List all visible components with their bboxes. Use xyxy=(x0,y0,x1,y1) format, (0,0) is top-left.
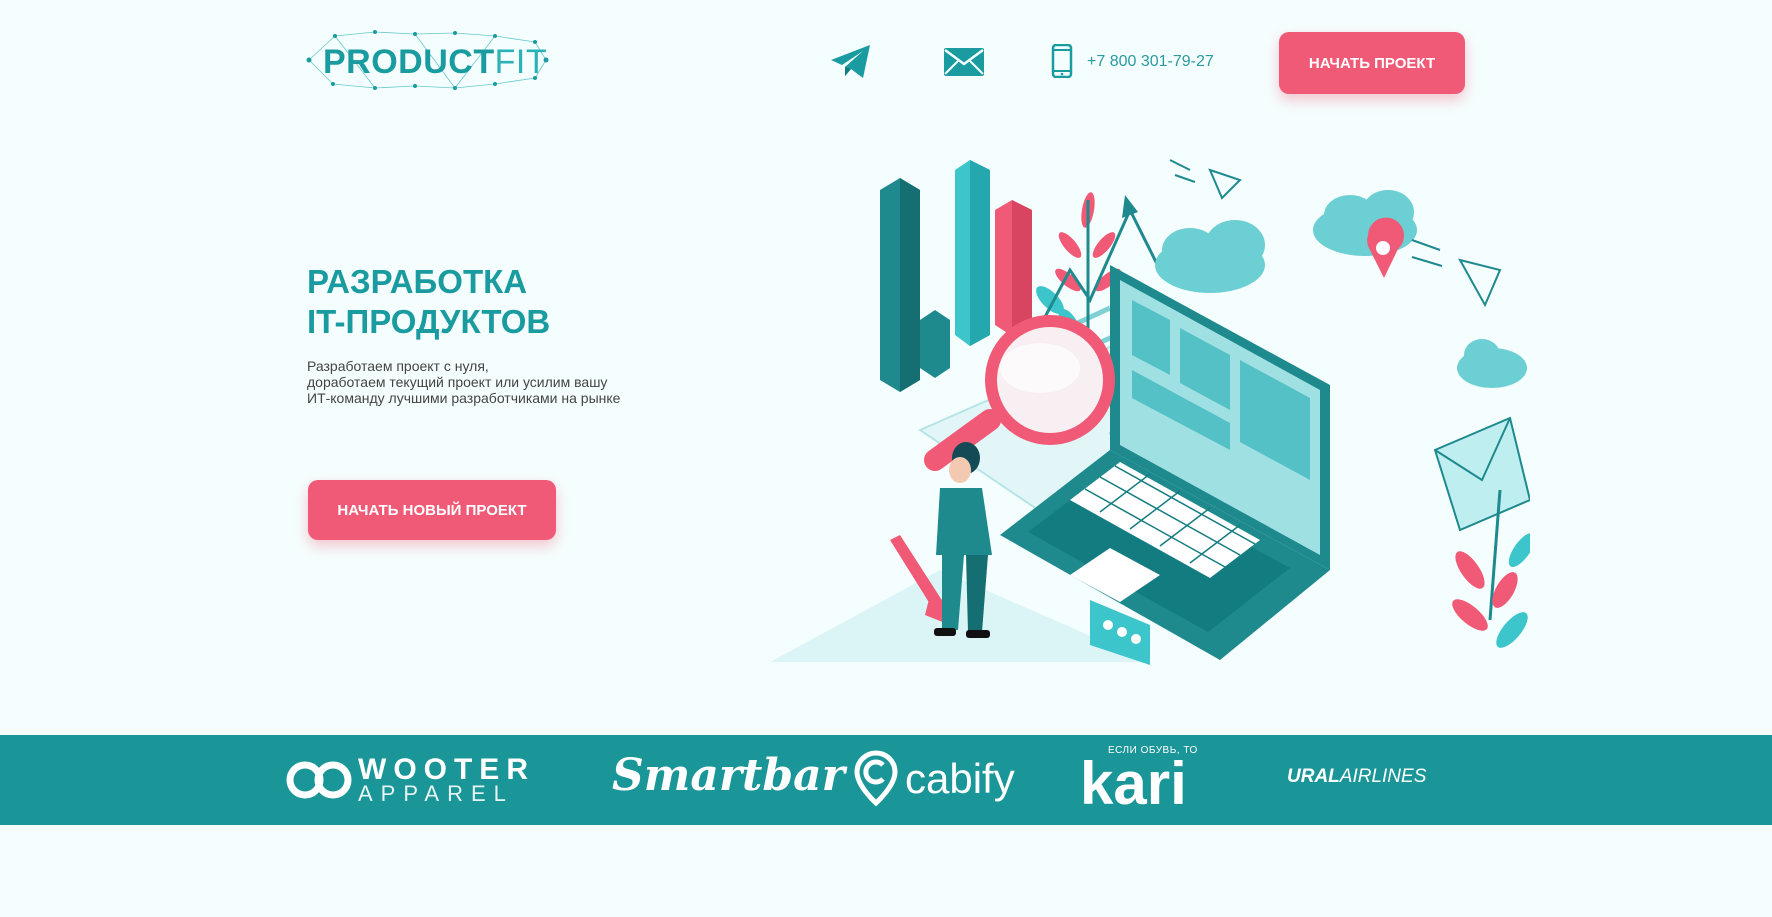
productfit-logo[interactable]: PRODUCTFIT xyxy=(305,28,550,92)
cabify-pin-icon xyxy=(854,750,898,807)
kari-text: kari xyxy=(1080,750,1187,817)
hero-subtitle-line2: доработаем текущий проект или усилим ваш… xyxy=(307,374,608,390)
hero-subtitle-line3: ИТ-команду лучшими разработчиками на рын… xyxy=(307,390,621,406)
hero-title-line2: IT-ПРОДУКТОВ xyxy=(307,303,551,340)
cabify-text: cabify xyxy=(905,755,1015,802)
wooter-infinity-icon xyxy=(286,761,352,799)
hero-title: РАЗРАБОТКА IT-ПРОДУКТОВ xyxy=(307,262,550,342)
logo-text-light: FIT xyxy=(494,43,548,81)
hero-illustration xyxy=(770,159,1530,665)
ural-text-bold: URAL xyxy=(1287,766,1340,787)
start-new-project-button[interactable]: НАЧАТЬ НОВЫЙ ПРОЕКТ xyxy=(308,480,556,540)
ural-airlines-logo: URALAIRLINES xyxy=(1287,766,1426,788)
phone-icon xyxy=(1051,43,1073,79)
mail-icon[interactable] xyxy=(943,47,985,77)
landing-page: PRODUCTFIT +7 800 301-79-27 НАЧАТЬ ПРОЕК… xyxy=(0,0,1772,917)
start-project-button[interactable]: НАЧАТЬ ПРОЕКТ xyxy=(1279,32,1465,94)
hero-subtitle-line1: Разработаем проект с нуля, xyxy=(307,358,489,374)
smartbar-logo: Smartbar xyxy=(612,750,845,801)
cabify-logo: cabify xyxy=(853,749,1023,809)
clients-band: WOOTER APPAREL Smartbar cabify ЕСЛИ ОБУВ… xyxy=(0,735,1772,825)
hero-title-line1: РАЗРАБОТКА xyxy=(307,263,528,300)
phone-number-link[interactable]: +7 800 301-79-27 xyxy=(1087,53,1214,71)
telegram-icon[interactable] xyxy=(830,44,872,80)
logo-text-bold: PRODUCT xyxy=(323,43,495,81)
hero-subtitle: Разработаем проект с нуля, доработаем те… xyxy=(307,358,707,406)
logo-text: PRODUCTFIT xyxy=(323,43,547,82)
kari-logo: ЕСЛИ ОБУВЬ, ТО kari xyxy=(1080,745,1220,815)
envelope-graphic xyxy=(1433,416,1530,532)
wooter-apparel-logo: WOOTER APPAREL xyxy=(285,755,550,805)
wooter-line2: APPAREL xyxy=(358,781,514,806)
ural-text-light: AIRLINES xyxy=(1339,766,1427,787)
